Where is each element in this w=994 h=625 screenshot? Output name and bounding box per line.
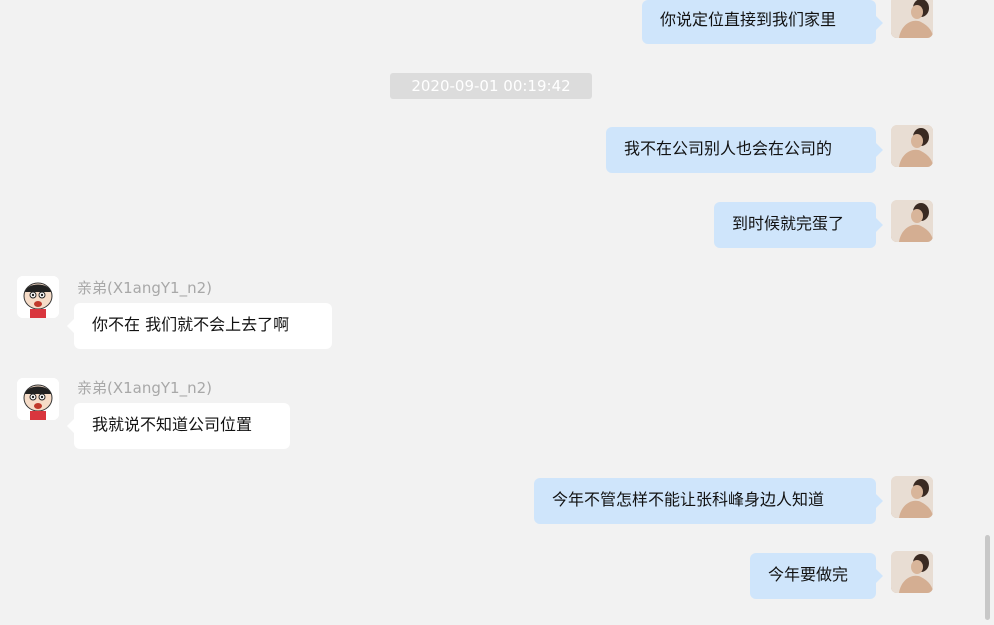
sender-name: 亲弟(X1angY1_n2) (77, 279, 213, 297)
self-avatar[interactable] (891, 476, 933, 518)
woman-photo-avatar-icon (891, 476, 933, 518)
message-bubble-outgoing[interactable]: 我不在公司别人也会在公司的 (606, 127, 883, 173)
self-avatar[interactable] (891, 551, 933, 593)
self-avatar[interactable] (891, 125, 933, 167)
message-bubble-outgoing[interactable]: 今年要做完 (750, 553, 883, 599)
woman-photo-avatar-icon (891, 551, 933, 593)
cartoon-boy-avatar-icon (17, 276, 59, 318)
scrollbar-thumb[interactable] (985, 535, 990, 620)
friend-avatar[interactable] (17, 378, 59, 420)
chat-window: 你说定位直接到我们家里 2020-09-01 00:19:42 我不在公司别人也… (0, 0, 994, 625)
woman-photo-avatar-icon (891, 200, 933, 242)
woman-photo-avatar-icon (891, 125, 933, 167)
sender-name: 亲弟(X1angY1_n2) (77, 379, 213, 397)
woman-photo-avatar-icon (891, 0, 933, 38)
timestamp-divider: 2020-09-01 00:19:42 (390, 73, 592, 99)
message-bubble-incoming[interactable]: 你不在 我们就不会上去了啊 (67, 303, 332, 349)
cartoon-boy-avatar-icon (17, 378, 59, 420)
self-avatar[interactable] (891, 0, 933, 38)
message-bubble-outgoing[interactable]: 到时候就完蛋了 (714, 202, 883, 248)
message-bubble-outgoing[interactable]: 你说定位直接到我们家里 (642, 0, 883, 44)
message-bubble-incoming[interactable]: 我就说不知道公司位置 (67, 403, 290, 449)
message-bubble-outgoing[interactable]: 今年不管怎样不能让张科峰身边人知道 (534, 478, 883, 524)
friend-avatar[interactable] (17, 276, 59, 318)
self-avatar[interactable] (891, 200, 933, 242)
